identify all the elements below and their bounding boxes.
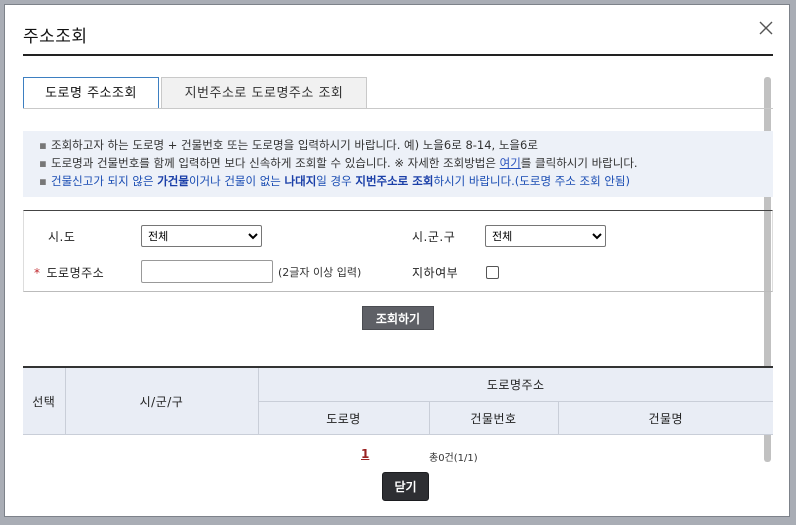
search-button[interactable]: 조회하기: [362, 306, 434, 330]
road-address-label: * 도로명주소: [34, 266, 105, 280]
notice-line-3: ▪ 건물신고가 되지 않은 가건물이거나 건물이 없는 나대지일 경우 지번주소로…: [39, 174, 630, 188]
search-form: 시.도 전체 시.군.구 전체 * 도로명주소 (2글자 이상 입력) 지하여부: [23, 210, 773, 292]
notice-line-2: ▪ 도로명과 건물번호를 함께 입력하면 보다 신속하게 조회할 수 있습니다. …: [39, 156, 638, 170]
road-address-hint: (2글자 이상 입력): [278, 266, 362, 279]
road-address-input[interactable]: [141, 260, 273, 283]
title-divider: [23, 54, 773, 56]
col-select-header: 선택: [23, 366, 66, 435]
col-road-header: 도로명: [257, 401, 430, 435]
address-search-dialog: 주소조회 도로명 주소조회 지번주소로 도로명주소 조회 ▪ 조회하고자 하는 도…: [4, 4, 790, 517]
bullet-icon: ▪: [39, 174, 47, 188]
sigungu-label: 시.군.구: [412, 230, 456, 244]
bullet-icon: ▪: [39, 138, 47, 152]
col-road-address-header: 도로명주소: [257, 366, 773, 402]
bullet-icon: ▪: [39, 156, 47, 170]
notice-box: ▪ 조회하고자 하는 도로명 + 건물번호 또는 도로명을 입력하시기 바랍니다.…: [23, 131, 773, 197]
sido-select[interactable]: 전체: [141, 225, 262, 247]
underground-checkbox[interactable]: [486, 266, 499, 279]
tab-bar: 도로명 주소조회 지번주소로 도로명주소 조회: [23, 77, 773, 109]
page-link-1[interactable]: 1: [361, 447, 369, 461]
sigungu-select[interactable]: 전체: [485, 225, 606, 247]
tab-jibun-to-road-search[interactable]: 지번주소로 도로명주소 조회: [161, 77, 367, 109]
help-link[interactable]: 여기: [500, 156, 521, 170]
close-button[interactable]: 닫기: [382, 472, 429, 501]
col-building-no-header: 건물번호: [428, 401, 559, 435]
required-mark: *: [34, 266, 41, 280]
tab-divider: [23, 108, 773, 109]
notice-line-1: ▪ 조회하고자 하는 도로명 + 건물번호 또는 도로명을 입력하시기 바랍니다.…: [39, 138, 538, 152]
tab-road-address-search[interactable]: 도로명 주소조회: [23, 77, 159, 109]
close-icon[interactable]: [757, 19, 775, 37]
dialog-title: 주소조회: [23, 27, 88, 47]
total-count: 총0건(1/1): [429, 453, 478, 464]
col-building-name-header: 건물명: [557, 401, 773, 435]
underground-label: 지하여부: [412, 266, 459, 280]
results-table: 선택 시/군/구 도로명주소 도로명 건물번호 건물명: [23, 366, 773, 435]
col-sigungu-header: 시/군/구: [64, 366, 259, 435]
sido-label: 시.도: [48, 230, 76, 244]
